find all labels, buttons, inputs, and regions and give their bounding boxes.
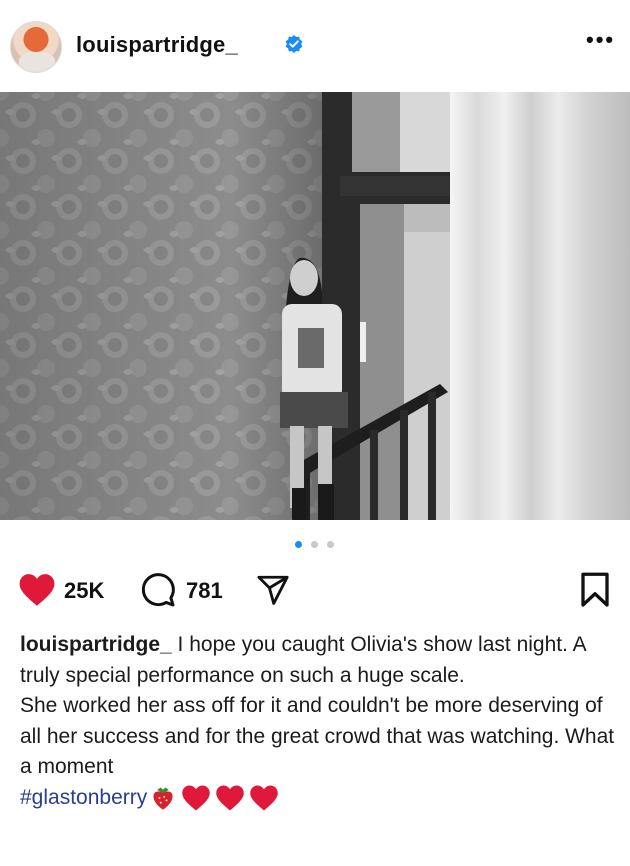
caption-text-2: She worked her ass off for it and couldn… (20, 694, 615, 778)
post-header: louispartridge_ ••• (0, 0, 630, 92)
hashtag-link[interactable]: #glastonberry (20, 786, 147, 809)
post-username[interactable]: louispartridge_ (76, 32, 238, 58)
carousel-dot (327, 541, 334, 548)
like-count[interactable]: 25K (64, 578, 104, 604)
emoji-group (149, 783, 283, 814)
post-photo[interactable] (0, 92, 630, 520)
comment-bubble-icon[interactable] (140, 572, 176, 608)
caption-paragraph-2: She worked her ass off for it and couldn… (20, 691, 620, 783)
carousel-dot-active (295, 541, 302, 548)
red-heart-icon (182, 785, 210, 811)
caption-paragraph-3: #glastonberry (20, 783, 620, 814)
paper-plane-icon[interactable] (256, 573, 290, 607)
comment-count[interactable]: 781 (186, 578, 223, 604)
caption-username[interactable]: louispartridge_ (20, 633, 172, 656)
carousel-indicator (0, 541, 630, 551)
avatar[interactable] (10, 21, 62, 73)
red-heart-icon (216, 785, 244, 811)
post-photo-image (0, 92, 630, 520)
strawberry-icon (153, 787, 173, 810)
heart-icon[interactable] (18, 572, 56, 608)
bookmark-icon[interactable] (580, 572, 610, 608)
more-options-icon[interactable]: ••• (586, 29, 615, 51)
post-caption: louispartridge_ I hope you caught Olivia… (20, 630, 620, 813)
action-bar: 25K 781 (0, 566, 630, 616)
verified-badge-icon (285, 35, 303, 53)
caption-paragraph-1: louispartridge_ I hope you caught Olivia… (20, 630, 620, 691)
carousel-dot (311, 541, 318, 548)
red-heart-icon (250, 785, 278, 811)
